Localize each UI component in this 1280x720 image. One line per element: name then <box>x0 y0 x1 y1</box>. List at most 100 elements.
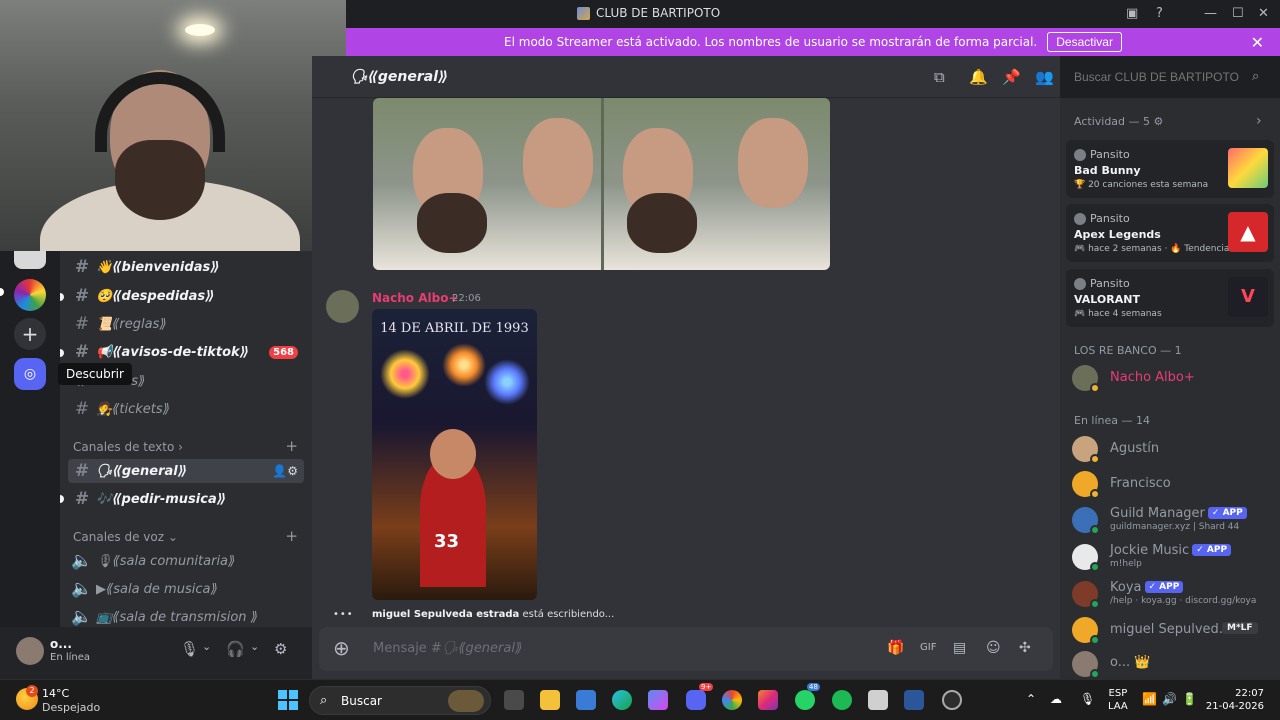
volume-icon[interactable]: 🔊 <box>1162 692 1177 706</box>
bell-icon[interactable]: 🔔 <box>969 68 988 86</box>
discord-badge: 9+ <box>699 683 714 691</box>
discover-icon[interactable]: ◎ <box>14 358 46 390</box>
gif-icon[interactable]: GIF <box>920 642 936 653</box>
add-text-channel-icon[interactable]: + <box>285 437 298 455</box>
banner-close-icon[interactable]: ✕ <box>1251 33 1264 52</box>
whatsapp-badge: 48 <box>807 683 820 691</box>
member-agustin[interactable]: Agustín <box>1072 434 1272 466</box>
channel-pedir-musica[interactable]: # 🎶⟪pedir-musica⟫ <box>68 487 304 511</box>
app-badge: ✓ APP <box>1144 581 1184 593</box>
battery-icon[interactable]: 🔋 <box>1182 692 1197 706</box>
apps-icon[interactable]: ✣ <box>1019 640 1031 656</box>
start-icon[interactable] <box>278 690 298 710</box>
chevron-right-icon[interactable]: › <box>1256 113 1262 129</box>
online-section-title: En línea — 14 <box>1074 414 1151 427</box>
member-miguel[interactable]: miguel Sepulved... M*LF <box>1072 615 1272 647</box>
chevron-down-icon[interactable]: ⌄ <box>250 640 259 653</box>
deactivate-streamer-button[interactable]: Desactivar <box>1047 32 1122 52</box>
temperature[interactable]: 14°C <box>42 687 69 700</box>
channel-settings-icons[interactable]: 👤⚙ <box>272 464 298 478</box>
category-text-channels[interactable]: Canales de texto › <box>73 440 183 454</box>
edge-icon[interactable] <box>612 690 632 710</box>
member-guild-manager[interactable]: Guild Manager ✓ APP guildmanager.xyz | Sh… <box>1072 505 1272 537</box>
image-attachment[interactable] <box>373 98 830 270</box>
weather-condition[interactable]: Despejado <box>42 701 100 714</box>
close-window-icon[interactable]: ✕ <box>1258 6 1269 21</box>
word-icon[interactable] <box>904 690 924 710</box>
online-status-icon <box>1090 635 1100 645</box>
discord-icon[interactable] <box>686 690 706 710</box>
user-name[interactable]: o... <box>50 637 72 651</box>
activity-header[interactable]: Actividad — 5 ⚙ <box>1074 115 1163 128</box>
system-clock[interactable]: 22:07 21-04-2026 <box>1206 687 1264 713</box>
activity-card[interactable]: Pansito Bad Bunny 🏆 20 canciones esta se… <box>1066 140 1274 198</box>
member-koya[interactable]: Koya ✓ APP /help · koya.gg · discord.gg/k… <box>1072 579 1272 611</box>
channel-despedidas[interactable]: # 🥺⟪despedidas⟫ <box>68 284 304 308</box>
member-name: Nacho Albo+ <box>1110 370 1195 385</box>
composer-placeholder[interactable]: Mensaje #🗣⟪general⟫ <box>373 641 522 656</box>
spotify-icon[interactable] <box>832 690 852 710</box>
chevron-down-icon[interactable]: ⌄ <box>202 640 211 653</box>
microphone-tray-icon[interactable]: 🎙 <box>1080 692 1095 706</box>
channel-tickets[interactable]: # 🧑‍⚖️⟪tickets⟫ <box>68 397 304 421</box>
voice-sala-de-transmision[interactable]: 🔈 📺⟪sala de transmision ⟫ <box>68 605 304 629</box>
add-server-icon[interactable]: + <box>14 318 46 350</box>
maximize-icon[interactable]: ☐ <box>1232 6 1244 21</box>
members-icon[interactable]: 👥 <box>1035 68 1054 86</box>
headphones-icon[interactable]: 🎧 <box>226 640 245 658</box>
channel-reglas[interactable]: # 📜⟪reglas⟫ <box>68 312 304 336</box>
threads-icon[interactable]: ⧉ <box>934 68 945 86</box>
hash-icon: # <box>74 286 90 306</box>
user-avatar[interactable] <box>16 637 44 665</box>
instagram-icon[interactable] <box>758 690 778 710</box>
voice-sala-de-musica[interactable]: 🔈 ▶⟪sala de musica⟫ <box>68 577 304 601</box>
chrome-icon[interactable] <box>722 690 742 710</box>
category-voice-channels[interactable]: Canales de voz ⌄ <box>73 530 178 544</box>
firework <box>442 343 486 387</box>
tray-overflow-icon[interactable]: ⌃ <box>1026 692 1036 706</box>
member-jockie-music[interactable]: Jockie Music ✓ APP m!help <box>1072 542 1272 574</box>
channel-bienvenidas[interactable]: # 👋⟪bienvenidas⟫ <box>68 255 304 279</box>
search-input[interactable] <box>1066 64 1272 90</box>
obs-icon[interactable] <box>942 690 962 710</box>
message-author[interactable]: Nacho Albo+ <box>372 291 459 305</box>
idle-status-icon <box>1090 489 1100 499</box>
whatsapp-icon[interactable] <box>795 690 815 710</box>
inbox-icon[interactable]: ▣ <box>1126 6 1138 21</box>
server-icon-partial[interactable] <box>14 251 46 269</box>
pin-icon[interactable]: 📌 <box>1002 68 1021 86</box>
file-explorer-icon[interactable] <box>540 690 560 710</box>
copilot-icon[interactable] <box>648 690 668 710</box>
member-nacho-albo[interactable]: Nacho Albo+ <box>1072 363 1272 395</box>
add-voice-channel-icon[interactable]: + <box>285 527 298 545</box>
store-icon[interactable] <box>576 690 596 710</box>
wifi-icon[interactable]: 📶 <box>1142 692 1157 706</box>
minimize-icon[interactable]: — <box>1204 6 1217 21</box>
help-icon[interactable]: ? <box>1156 6 1163 21</box>
microphone-icon[interactable]: 🎙 <box>180 640 199 658</box>
activity-card[interactable]: Pansito VALORANT 🎮 hace 4 semanas V <box>1066 269 1274 327</box>
message-composer[interactable]: ⊕ Mensaje #🗣⟪general⟫ 🎁 GIF ▤ ☺ ✣ <box>319 627 1053 671</box>
add-attachment-icon[interactable]: ⊕ <box>333 636 350 660</box>
search-icon[interactable]: ⌕ <box>1252 69 1259 84</box>
snipping-tool-icon[interactable] <box>868 690 888 710</box>
activity-card[interactable]: Pansito Apex Legends 🎮 hace 2 semanas · … <box>1066 204 1274 262</box>
channel-avisos-de-tiktok[interactable]: # 📢⟪avisos-de-tiktok⟫ 568 <box>68 340 304 364</box>
member-francisco[interactable]: Francisco <box>1072 469 1272 501</box>
poster-image-attachment[interactable]: 14 DE ABRIL DE 1993 33 <box>372 309 537 600</box>
server-icon-rainbow[interactable] <box>14 279 46 311</box>
language-indicator[interactable]: ESP LAA <box>1108 687 1128 713</box>
channel-general[interactable]: # 🗣⟪general⟫ 👤⚙ <box>68 459 304 483</box>
mini-avatar <box>1074 212 1086 225</box>
task-view-icon[interactable] <box>504 690 524 710</box>
emoji-icon[interactable]: ☺ <box>986 640 1001 656</box>
user-panel: o... En línea 🎙 ⌄ 🎧 ⌄ ⚙ <box>0 627 312 679</box>
user-settings-icon[interactable]: ⚙ <box>274 640 287 658</box>
sticker-icon[interactable]: ▤ <box>953 640 966 656</box>
taskbar-search[interactable]: ⌕ Buscar <box>309 686 491 715</box>
member-self[interactable]: o... 👑 <box>1072 649 1272 681</box>
author-avatar[interactable] <box>326 290 359 323</box>
gift-icon[interactable]: 🎁 <box>887 640 904 656</box>
onedrive-icon[interactable]: ☁ <box>1050 692 1062 706</box>
voice-sala-comunitaria[interactable]: 🔈 🎙⟪sala comunitaria⟫ <box>68 549 304 573</box>
